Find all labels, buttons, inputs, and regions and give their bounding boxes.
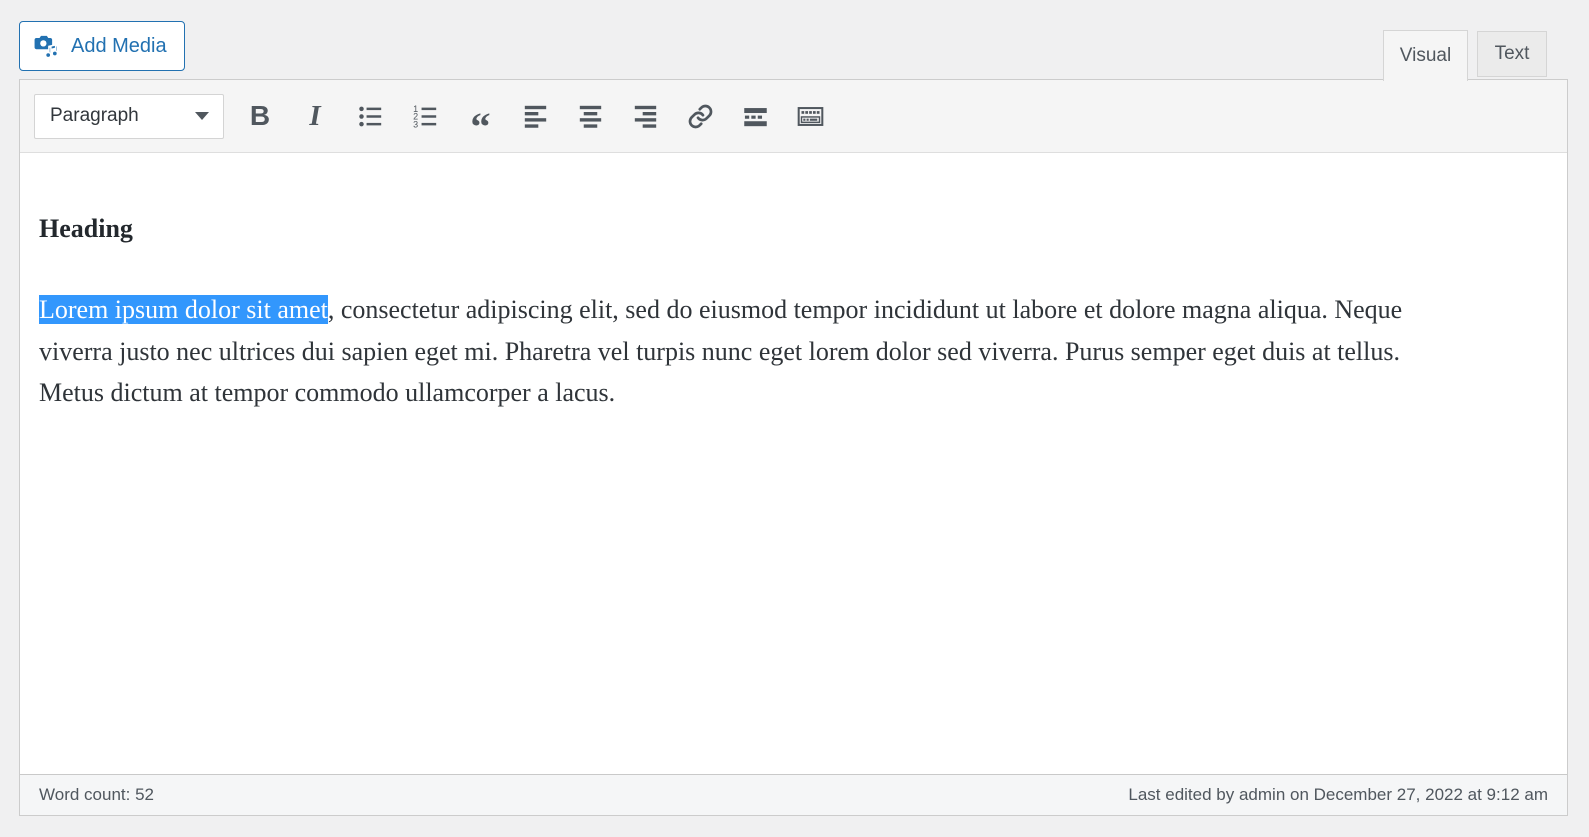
read-more-tag-icon [743,107,767,126]
bulleted-list-button[interactable] [350,96,390,136]
align-center-icon [579,105,601,128]
insert-read-more-button[interactable] [735,96,775,136]
content-paragraph: Lorem ipsum dolor sit amet, consectetur … [39,289,1441,414]
editor-frame: Paragraph B I 1 2 3 “ Heading Lorem ipsu… [19,79,1568,816]
chevron-down-icon [195,112,209,120]
tab-visual[interactable]: Visual [1383,30,1468,81]
italic-button[interactable]: I [295,96,335,136]
insert-link-button[interactable] [680,96,720,136]
numbered-list-button[interactable]: 1 2 3 [405,96,445,136]
editor-toolbar: Paragraph B I 1 2 3 “ [20,80,1567,153]
align-left-icon [524,105,546,128]
last-edited: Last edited by admin on December 27, 202… [1128,785,1548,804]
media-camera-note-icon [34,35,59,58]
align-center-button[interactable] [570,96,610,136]
svg-text:3: 3 [413,119,418,129]
blockquote-button[interactable]: “ [460,96,500,136]
italic-icon: I [309,99,321,132]
format-select-value: Paragraph [50,105,139,126]
add-media-label: Add Media [71,34,167,57]
align-right-button[interactable] [625,96,665,136]
tab-text[interactable]: Text [1477,31,1547,77]
tab-text-label: Text [1494,43,1530,64]
align-right-icon [634,105,656,128]
editor-canvas[interactable]: Heading Lorem ipsum dolor sit amet, cons… [20,153,1567,774]
bold-button[interactable]: B [240,96,280,136]
numbered-list-icon: 1 2 3 [413,104,436,129]
tab-visual-label: Visual [1399,45,1452,66]
toolbar-toggle-button[interactable] [790,96,830,136]
selected-text: Lorem ipsum dolor sit amet [39,295,328,324]
bulleted-list-icon [358,106,381,126]
content-heading: Heading [39,214,133,243]
editor-statusbar: Word count: 52 Last edited by admin on D… [20,774,1567,815]
blockquote-icon: “ [470,104,490,130]
keyboard-icon [797,106,823,126]
bold-icon: B [249,100,271,131]
svg-text:“: “ [470,104,490,130]
word-count: Word count: 52 [39,785,154,804]
align-left-button[interactable] [515,96,555,136]
add-media-button[interactable]: Add Media [19,21,185,71]
paragraph-format-select[interactable]: Paragraph [34,93,224,139]
link-icon [688,104,712,128]
